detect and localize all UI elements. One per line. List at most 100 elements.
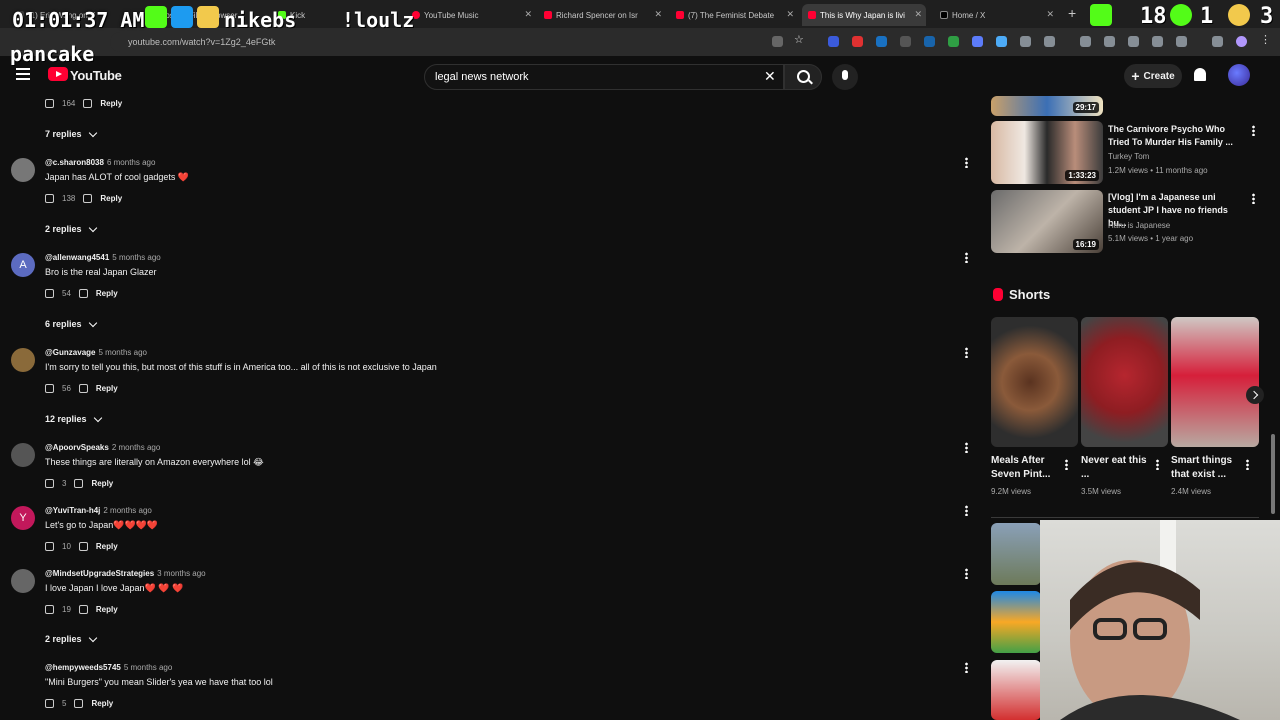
extension-icon[interactable] (924, 36, 935, 47)
video-menu-icon[interactable] (1252, 193, 1255, 204)
star-icon[interactable]: ☆ (794, 33, 805, 46)
comment-author[interactable]: @c.sharon8038 6 months ago (45, 158, 155, 167)
new-tab-button[interactable]: + (1062, 2, 1078, 24)
short-thumbnail[interactable] (991, 317, 1078, 447)
reply-button[interactable]: Reply (91, 479, 113, 488)
install-icon[interactable] (772, 36, 783, 47)
comment-menu-icon[interactable] (965, 252, 968, 263)
like-icon[interactable] (45, 542, 54, 551)
video-thumbnail[interactable] (991, 660, 1041, 720)
channel-name[interactable]: Haru is Japanese (1108, 221, 1170, 230)
short-thumbnail[interactable] (1081, 317, 1168, 447)
create-button[interactable]: + Create (1124, 64, 1182, 88)
comment-menu-icon[interactable] (965, 568, 968, 579)
video-thumbnail[interactable]: 29:17 (991, 96, 1103, 116)
devtools-icon[interactable] (1128, 36, 1139, 47)
video-menu-icon[interactable] (1252, 125, 1255, 136)
comment-author[interactable]: @ApoorvSpeaks 2 months ago (45, 443, 160, 452)
comment-menu-icon[interactable] (965, 157, 968, 168)
comment-author[interactable]: @allenwang4541 5 months ago (45, 253, 161, 262)
extension-icon[interactable] (1176, 36, 1187, 47)
comment-menu-icon[interactable] (965, 505, 968, 516)
comment-author[interactable]: @MindsetUpgradeStrategies 3 months ago (45, 569, 206, 578)
extension-icon[interactable] (948, 36, 959, 47)
avatar[interactable]: Y (11, 506, 35, 530)
view-replies-button[interactable]: 2 replies (45, 633, 97, 644)
shorts-next-arrow-icon[interactable] (1246, 386, 1264, 404)
dislike-icon[interactable] (78, 289, 88, 298)
reply-button[interactable]: Reply (96, 605, 118, 614)
profile-icon[interactable] (1236, 36, 1247, 47)
dislike-icon[interactable] (83, 194, 93, 203)
reply-button[interactable]: Reply (96, 542, 118, 551)
browser-tab-active[interactable]: This is Why Japan is livi ✕ (802, 4, 926, 26)
dislike-icon[interactable] (83, 99, 93, 108)
extension-icon[interactable] (1020, 36, 1031, 47)
comment-author[interactable]: @hempyweeds5745 5 months ago (45, 663, 172, 672)
video-thumbnail[interactable]: 1:33:23 (991, 121, 1103, 184)
close-tab-icon[interactable]: ✕ (1046, 9, 1054, 20)
notifications-bell-icon[interactable] (1194, 68, 1206, 81)
dislike-icon[interactable] (78, 605, 88, 614)
menu-icon[interactable] (1212, 36, 1223, 47)
search-input[interactable]: legal news network (424, 64, 784, 90)
extension-icon[interactable] (996, 36, 1007, 47)
dislike-icon[interactable] (74, 479, 84, 488)
view-replies-button[interactable]: 12 replies (45, 413, 102, 424)
video-thumbnail[interactable]: 16:19 (991, 190, 1103, 253)
kebab-menu-icon[interactable]: ⋮ (1260, 33, 1271, 46)
browser-tab[interactable]: (7) The Feminist Debate ✕ (670, 4, 798, 26)
short-menu-icon[interactable] (1156, 459, 1159, 470)
youtube-logo-text[interactable]: YouTube (70, 68, 122, 83)
like-icon[interactable] (45, 384, 54, 393)
comment-author[interactable]: @Gunzavage 5 months ago (45, 348, 147, 357)
avatar[interactable]: A (11, 253, 35, 277)
short-menu-icon[interactable] (1246, 459, 1249, 470)
clear-search-icon[interactable]: ✕ (764, 68, 776, 85)
extensions-puzzle-icon[interactable] (1044, 36, 1055, 47)
video-thumbnail[interactable] (991, 523, 1041, 585)
browser-tab[interactable]: YouTube Music ✕ (406, 4, 536, 26)
browser-tab[interactable]: Richard Spencer on Isr ✕ (538, 4, 666, 26)
like-icon[interactable] (45, 605, 54, 614)
reply-button[interactable]: Reply (96, 289, 118, 298)
comment-author[interactable]: @YuviTran-h4j 2 months ago (45, 506, 152, 515)
close-tab-icon[interactable]: ✕ (654, 9, 662, 20)
avatar[interactable] (11, 569, 35, 593)
account-avatar[interactable] (1228, 64, 1250, 86)
like-icon[interactable] (45, 479, 54, 488)
history-icon[interactable] (1080, 36, 1091, 47)
short-menu-icon[interactable] (1065, 459, 1068, 470)
short-title[interactable]: Meals After Seven Pint... (991, 454, 1063, 482)
extension-icon[interactable] (900, 36, 911, 47)
view-replies-button[interactable]: 2 replies (45, 223, 97, 234)
avatar[interactable] (11, 348, 35, 372)
search-button[interactable] (784, 64, 822, 90)
reply-button[interactable]: Reply (96, 384, 118, 393)
extension-icon[interactable] (852, 36, 863, 47)
close-tab-icon[interactable]: ✕ (786, 9, 794, 20)
avatar[interactable] (11, 158, 35, 182)
like-icon[interactable] (45, 194, 54, 203)
avatar[interactable] (11, 443, 35, 467)
comment-menu-icon[interactable] (965, 347, 968, 358)
channel-name[interactable]: Turkey Tom (1108, 152, 1149, 161)
reply-button[interactable]: Reply (100, 99, 122, 108)
comment-menu-icon[interactable] (965, 662, 968, 673)
extension-icon[interactable] (972, 36, 983, 47)
short-title[interactable]: Smart things that exist ... (1171, 454, 1241, 482)
like-icon[interactable] (45, 289, 54, 298)
comment-menu-icon[interactable] (965, 442, 968, 453)
extension-icon[interactable] (876, 36, 887, 47)
hamburger-menu-icon[interactable] (16, 68, 30, 80)
page-scrollbar[interactable] (1271, 434, 1275, 514)
dislike-icon[interactable] (78, 542, 88, 551)
view-replies-button[interactable]: 7 replies (45, 128, 97, 139)
dislike-icon[interactable] (74, 699, 84, 708)
video-thumbnail[interactable] (991, 591, 1041, 653)
view-replies-button[interactable]: 6 replies (45, 318, 97, 329)
extension-icon[interactable] (828, 36, 839, 47)
short-title[interactable]: Never eat this ... (1081, 454, 1151, 482)
url-field[interactable]: youtube.com/watch?v=1Zg2_4eFGtk (110, 32, 1110, 52)
browser-tab[interactable]: Home / X ✕ (934, 4, 1058, 26)
